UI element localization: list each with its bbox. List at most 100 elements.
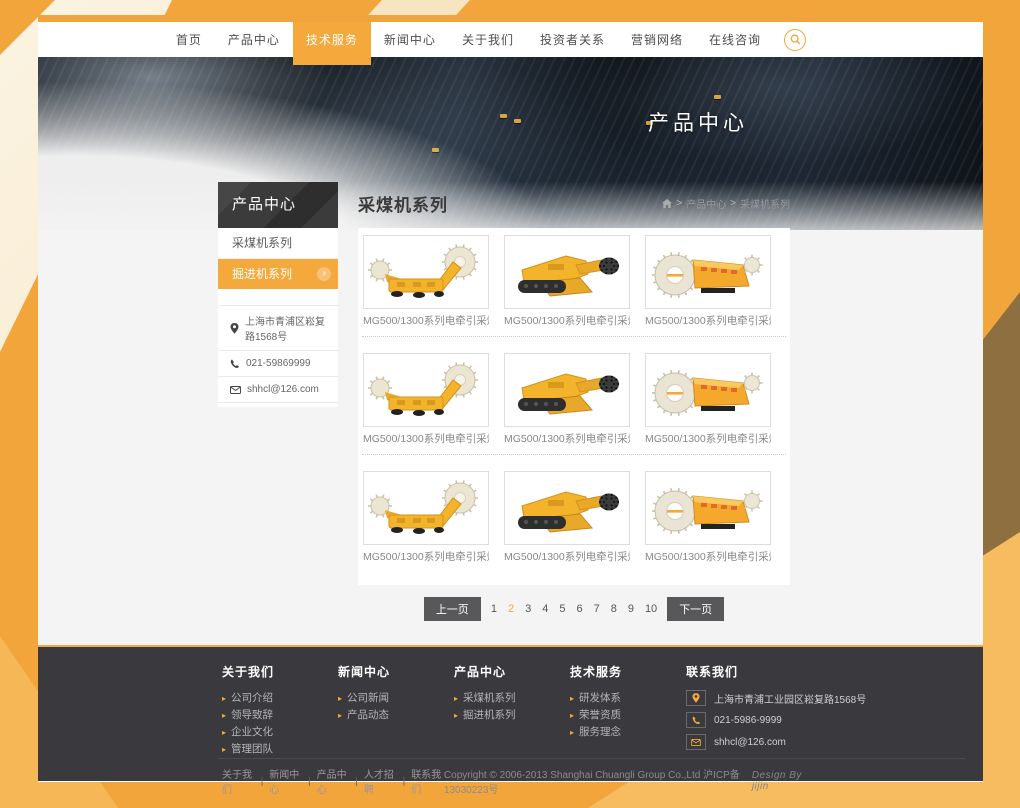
link-separator: | <box>261 776 264 787</box>
footer-column-2: 新闻中心▸公司新闻▸产品动态 <box>338 663 450 724</box>
page-title: 采煤机系列 <box>358 191 448 216</box>
product-card[interactable]: MG500/1300系列电牵引采煤机 <box>504 471 630 567</box>
copyright-text: Copyright © 2006-2013 Shanghai Chuangli … <box>444 766 744 796</box>
product-image <box>363 353 489 427</box>
footer-address-row: 上海市青浦工业园区崧复路1568号 <box>686 690 886 706</box>
footer-link[interactable]: ▸领导致辞 <box>222 707 334 724</box>
page-number-9[interactable]: 9 <box>627 603 635 615</box>
bottom-link[interactable]: 人才招聘 <box>364 766 397 796</box>
chevron-right-icon: › <box>317 267 331 281</box>
breadcrumb-item-2[interactable]: 采煤机系列 <box>740 196 790 211</box>
banner-title: 产品中心 <box>648 107 748 137</box>
bullet-icon: ▸ <box>222 711 226 720</box>
footer-link[interactable]: ▸采煤机系列 <box>454 690 566 707</box>
footer-contact-title: 联系我们 <box>686 663 886 680</box>
bottom-link[interactable]: 联系我们 <box>411 766 444 796</box>
product-image <box>504 235 630 309</box>
page-number-7[interactable]: 7 <box>593 603 601 615</box>
product-card[interactable]: MG500/1300系列电牵引采煤机 <box>363 235 489 331</box>
page-number-6[interactable]: 6 <box>575 603 583 615</box>
design-by-credit: Design By jijin <box>752 770 812 792</box>
bottom-link[interactable]: 新闻中心 <box>269 766 302 796</box>
page-number-3[interactable]: 3 <box>524 603 532 615</box>
footer-email-row: shhcl@126.com <box>686 734 886 750</box>
product-card[interactable]: MG500/1300系列电牵引采煤机 <box>645 471 771 567</box>
page-number-10[interactable]: 10 <box>644 603 658 615</box>
content-area: 产品中心 采煤机系列掘进机系列› 上海市青浦区崧复路1568号 021-5986… <box>38 230 983 645</box>
footer-link[interactable]: ▸研发体系 <box>570 690 682 707</box>
breadcrumb-item-1[interactable]: 产品中心 <box>686 196 726 211</box>
breadcrumb-separator: > <box>730 198 736 209</box>
search-icon <box>790 34 801 45</box>
product-card[interactable]: MG500/1300系列电牵引采煤机 <box>504 235 630 331</box>
product-caption: MG500/1300系列电牵引采煤机 <box>645 427 771 449</box>
top-accent-bar <box>38 15 983 22</box>
nav-item-7[interactable]: 营销网络 <box>618 22 696 57</box>
page-number-8[interactable]: 8 <box>610 603 618 615</box>
footer-link[interactable]: ▸管理团队 <box>222 741 334 758</box>
bottom-link[interactable]: 产品中心 <box>317 766 350 796</box>
product-caption: MG500/1300系列电牵引采煤机 <box>504 545 630 567</box>
footer-link[interactable]: ▸产品动态 <box>338 707 450 724</box>
breadcrumb-separator: > <box>676 198 682 209</box>
footer-link[interactable]: ▸荣誉资质 <box>570 707 682 724</box>
footer-column-title: 产品中心 <box>454 663 566 680</box>
bullet-icon: ▸ <box>338 711 342 720</box>
bottom-link[interactable]: 关于我们 <box>222 766 255 796</box>
product-caption: MG500/1300系列电牵引采煤机 <box>363 309 489 331</box>
home-icon[interactable] <box>662 199 672 208</box>
footer-column-title: 技术服务 <box>570 663 682 680</box>
product-image <box>363 235 489 309</box>
nav-item-1[interactable]: 首页 <box>163 22 215 57</box>
product-caption: MG500/1300系列电牵引采煤机 <box>363 545 489 567</box>
bullet-icon: ▸ <box>570 711 574 720</box>
sidebar-item-1[interactable]: 采煤机系列 <box>218 228 338 259</box>
footer-link[interactable]: ▸企业文化 <box>222 724 334 741</box>
prev-page-button[interactable]: 上一页 <box>424 597 481 621</box>
product-panel: MG500/1300系列电牵引采煤机 MG500/1300系列电牵引采煤机 MG… <box>358 228 790 585</box>
sidebar-phone: 021-59869999 <box>246 358 311 369</box>
product-row: MG500/1300系列电牵引采煤机 MG500/1300系列电牵引采煤机 MG… <box>358 235 790 331</box>
footer-link[interactable]: ▸服务理念 <box>570 724 682 741</box>
footer-column-4: 技术服务 ▸研发体系▸荣誉资质▸服务理念 <box>570 663 682 741</box>
footer-column-3: 产品中心 ▸采煤机系列▸掘进机系列 <box>454 663 566 724</box>
product-card[interactable]: MG500/1300系列电牵引采煤机 <box>645 235 771 331</box>
product-caption: MG500/1300系列电牵引采煤机 <box>504 427 630 449</box>
product-card[interactable]: MG500/1300系列电牵引采煤机 <box>363 353 489 449</box>
page-number-4[interactable]: 4 <box>541 603 549 615</box>
footer-contact: 联系我们 上海市青浦工业园区崧复路1568号 021-5986-9999 shh… <box>686 663 886 756</box>
bullet-icon: ▸ <box>222 745 226 754</box>
footer-phone-row: 021-5986-9999 <box>686 712 886 728</box>
main-nav: 首页产品中心技术服务新闻中心关于我们投资者关系营销网络在线咨询 <box>38 22 983 57</box>
search-button[interactable] <box>784 29 806 51</box>
product-card[interactable]: MG500/1300系列电牵引采煤机 <box>363 471 489 567</box>
link-separator: | <box>403 776 406 787</box>
footer-address: 上海市青浦工业园区崧复路1568号 <box>714 691 866 706</box>
location-pin-icon <box>686 690 706 706</box>
nav-item-5[interactable]: 关于我们 <box>449 22 527 57</box>
envelope-icon <box>686 734 706 750</box>
product-caption: MG500/1300系列电牵引采煤机 <box>363 427 489 449</box>
footer-link[interactable]: ▸公司介绍 <box>222 690 334 707</box>
footer-link[interactable]: ▸掘进机系列 <box>454 707 566 724</box>
page-number-5[interactable]: 5 <box>558 603 566 615</box>
bullet-icon: ▸ <box>454 711 458 720</box>
sidebar-contact: 上海市青浦区崧复路1568号 021-59869999 shhcl@126.co… <box>218 305 338 403</box>
footer-bottom-links: 关于我们|新闻中心|产品中心|人才招聘|联系我们 <box>222 766 444 796</box>
nav-item-3[interactable]: 技术服务 <box>293 22 371 65</box>
product-card[interactable]: MG500/1300系列电牵引采煤机 <box>504 353 630 449</box>
page-number-1[interactable]: 1 <box>490 603 498 615</box>
footer-link[interactable]: ▸公司新闻 <box>338 690 450 707</box>
breadcrumb: > 产品中心 > 采煤机系列 <box>662 196 790 211</box>
page-number-2[interactable]: 2 <box>507 603 515 615</box>
footer-column-title: 关于我们 <box>222 663 334 680</box>
nav-item-6[interactable]: 投资者关系 <box>527 22 618 57</box>
nav-item-4[interactable]: 新闻中心 <box>371 22 449 57</box>
next-page-button[interactable]: 下一页 <box>667 597 724 621</box>
product-image <box>363 471 489 545</box>
sidebar-item-2[interactable]: 掘进机系列› <box>218 259 338 289</box>
product-image <box>645 353 771 427</box>
nav-item-2[interactable]: 产品中心 <box>215 22 293 57</box>
nav-item-8[interactable]: 在线咨询 <box>696 22 774 57</box>
product-card[interactable]: MG500/1300系列电牵引采煤机 <box>645 353 771 449</box>
